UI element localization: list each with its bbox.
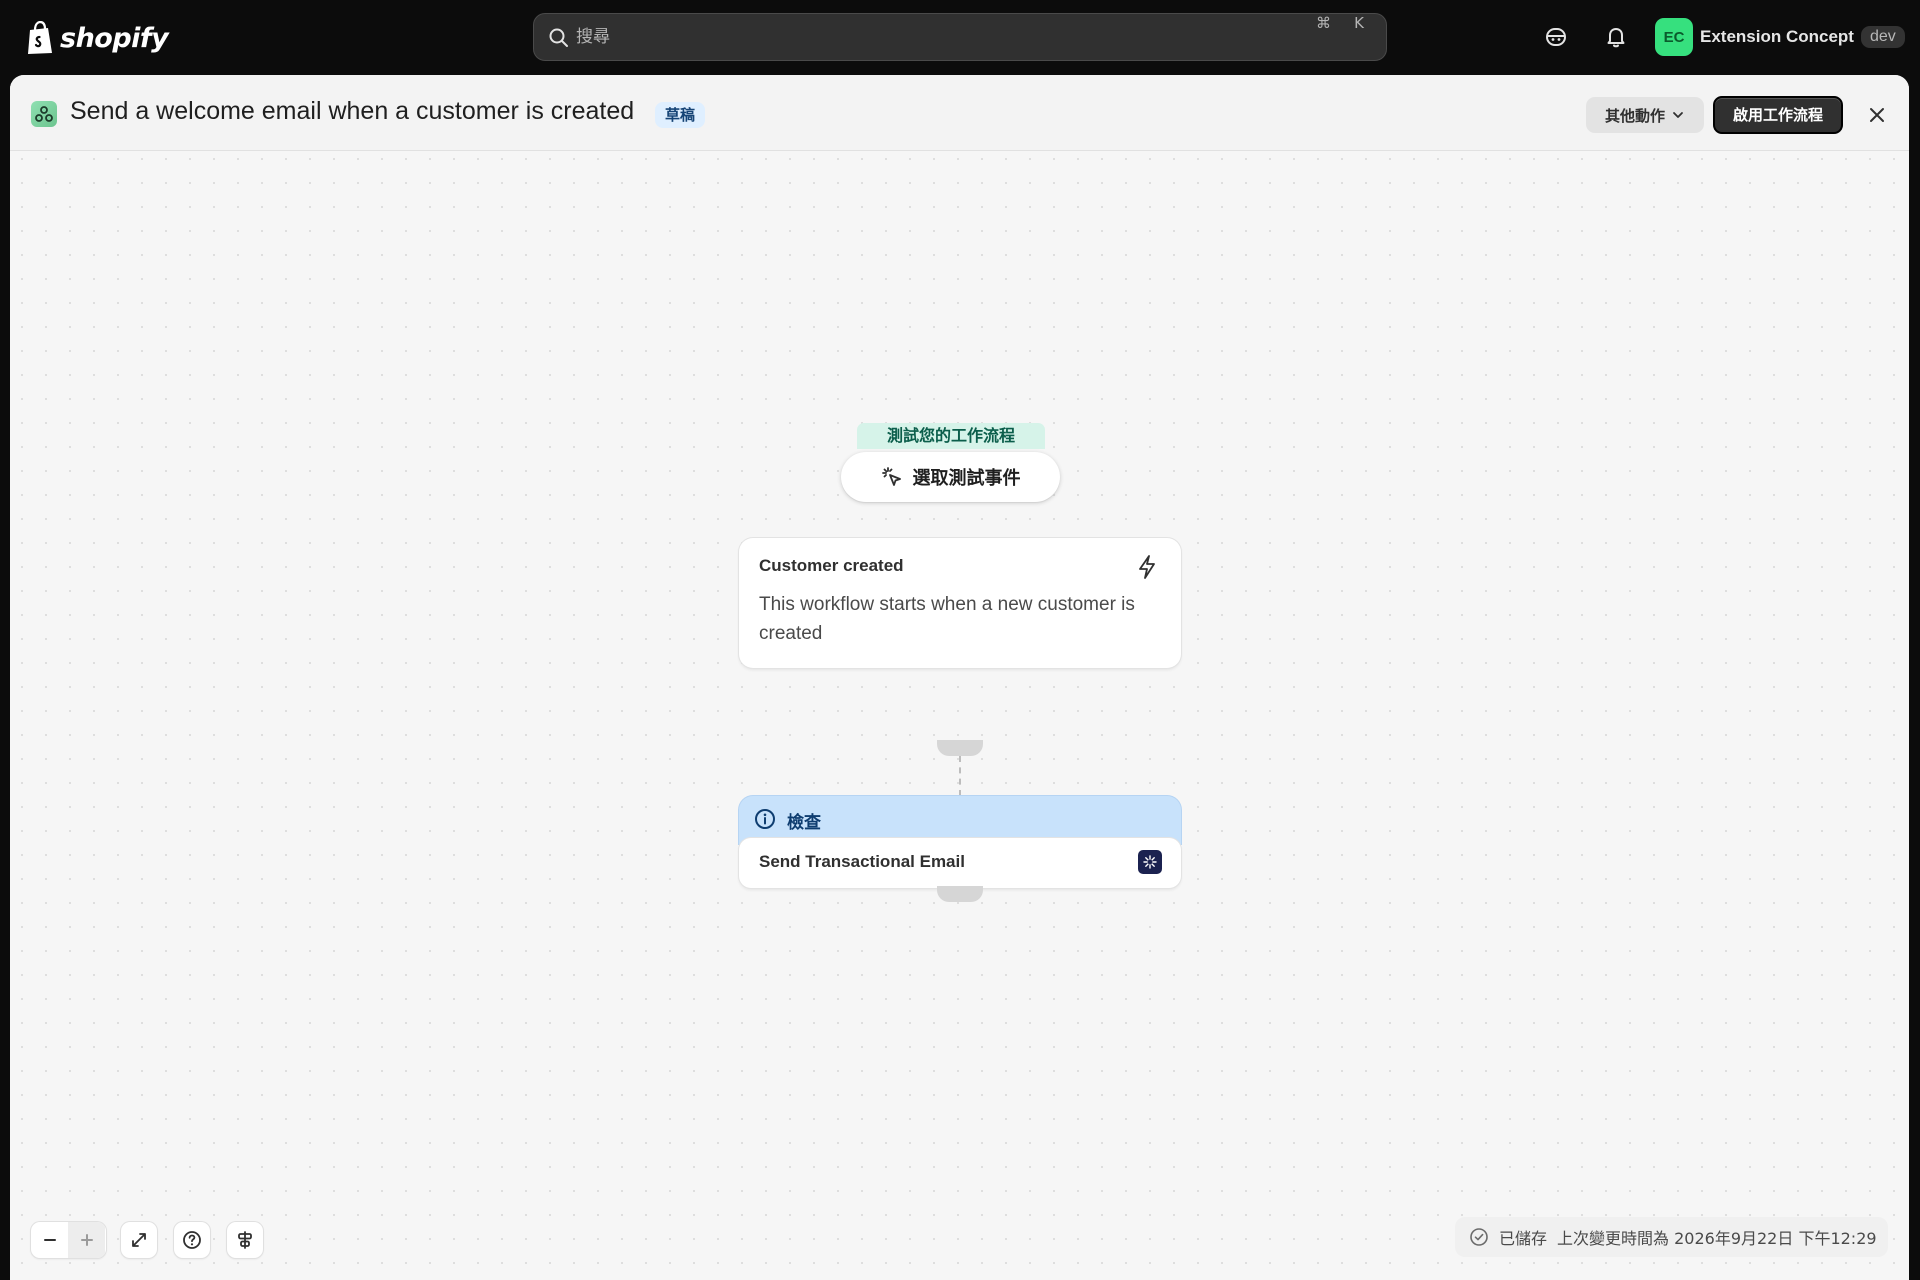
action-node[interactable]: Send Transactional Email [739,838,1181,888]
store-name: Extension Concept [1700,27,1854,46]
minus-icon [43,1239,56,1241]
trigger-title: Customer created [759,556,904,575]
action-step[interactable]: 檢查 Send Transactional Email [739,796,1181,888]
question-circle-icon [183,1231,201,1249]
saved-label: 已儲存 [1499,1229,1548,1248]
fit-view-button[interactable] [121,1222,157,1258]
help-button[interactable] [174,1222,210,1258]
flow-app-icon [31,101,57,127]
check-label: 檢查 [787,813,821,833]
brand-name: shopify [60,22,169,54]
store-switcher[interactable]: EC Extension Concept dev [1655,18,1905,56]
search-icon [549,28,568,47]
zoom-in-button[interactable] [68,1222,105,1258]
store-avatar: EC [1655,18,1693,56]
select-test-event-label: 選取測試事件 [912,468,1021,489]
more-actions-button[interactable]: 其他動作 [1586,97,1704,133]
action-output-port[interactable] [937,886,983,902]
action-title: Send Transactional Email [759,852,965,871]
info-icon [755,809,775,829]
zoom-controls [31,1222,106,1258]
status-badge: 草稿 [655,102,706,128]
trigger-description: This workflow starts when a new customer… [759,594,1135,644]
lightning-bolt-icon [1139,555,1155,579]
bell-icon[interactable] [1601,22,1631,52]
enable-workflow-button[interactable]: 啟用工作流程 [1713,96,1843,134]
trigger-node[interactable]: Customer created This workflow starts wh… [739,538,1181,668]
email-app-icon [1138,850,1162,874]
sidekick-icon[interactable] [1541,22,1571,52]
last-modified-text: 上次變更時間為 2026年9月22日 下午12:29 [1557,1229,1877,1248]
search-bar[interactable]: 搜尋 [533,13,1387,61]
shortcut-cmd-key: ⌘ [1316,14,1331,32]
cursor-click-icon [881,467,901,486]
connector-line [959,756,961,796]
store-env-badge: dev [1860,26,1905,48]
align-icon [238,1231,252,1249]
workflow-editor: Send a welcome email when a customer is … [10,75,1909,1280]
shopify-bag-icon [28,21,52,54]
top-bar: shopify 搜尋 ⌘ K EC Extension Concept dev [0,0,1920,74]
check-banner[interactable]: 檢查 [739,796,1181,844]
test-workflow-label: 測試您的工作流程 [857,423,1045,449]
plus-icon [80,1234,93,1246]
workflow-title: Send a welcome email when a customer is … [70,97,635,125]
close-icon[interactable] [1863,101,1891,129]
shopify-logo[interactable]: shopify [26,20,169,56]
editor-header: Send a welcome email when a customer is … [10,75,1909,151]
shortcut-k-key: K [1354,14,1364,32]
expand-icon [132,1233,146,1247]
chevron-down-icon [1673,112,1683,118]
trigger-output-port[interactable] [937,740,983,756]
more-actions-label: 其他動作 [1604,106,1665,125]
check-circle-icon [1470,1228,1488,1246]
search-input[interactable]: 搜尋 [576,14,610,60]
select-test-event-button[interactable]: 選取測試事件 [841,452,1060,502]
save-status: 已儲存 上次變更時間為 2026年9月22日 下午12:29 [1455,1217,1888,1257]
align-button[interactable] [227,1222,263,1258]
zoom-out-button[interactable] [31,1222,68,1258]
